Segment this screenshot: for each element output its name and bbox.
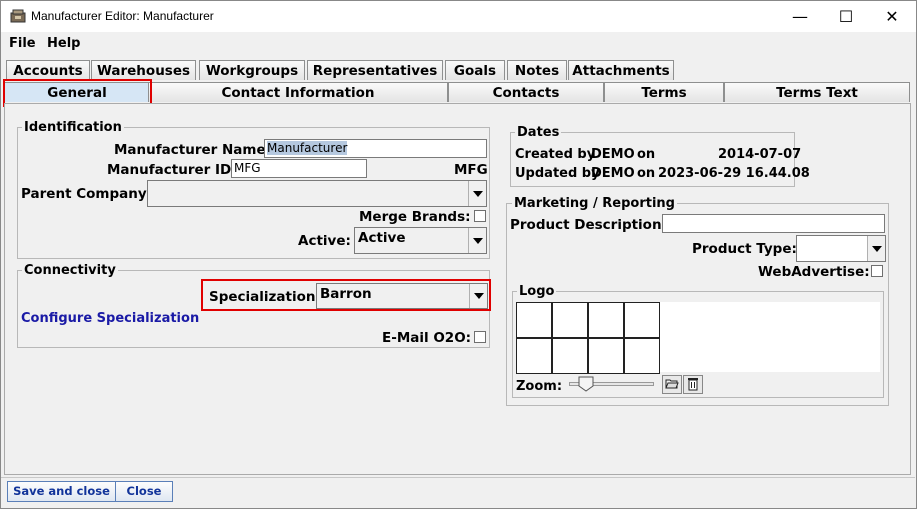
tab-workgroups[interactable]: Workgroups — [199, 60, 305, 80]
footer-divider — [1, 477, 915, 478]
identification-title: Identification — [22, 120, 124, 135]
logo-grid-cell — [588, 302, 624, 338]
configure-specialization-link[interactable]: Configure Specialization — [21, 311, 199, 326]
marketing-title: Marketing / Reporting — [512, 196, 677, 211]
dates-title: Dates — [515, 125, 562, 140]
web-advertise-checkbox[interactable] — [871, 265, 883, 277]
updated-on-word: on — [637, 166, 656, 181]
manufacturer-name-input[interactable]: Manufacturer — [264, 139, 487, 158]
tab-accounts[interactable]: Accounts — [6, 60, 90, 80]
updated-by-user: DEMO — [591, 166, 635, 181]
logo-title: Logo — [517, 284, 557, 299]
email-o2o-label: E-Mail O2O: — [382, 330, 472, 346]
trash-icon[interactable] — [683, 375, 703, 394]
tab-terms-text[interactable]: Terms Text — [724, 82, 910, 102]
window-title: Manufacturer Editor: Manufacturer — [31, 9, 214, 23]
parent-company-dropdown[interactable] — [147, 180, 487, 207]
chevron-down-icon[interactable] — [468, 228, 486, 253]
logo-grid-cell — [516, 302, 552, 338]
tab-representatives[interactable]: Representatives — [307, 60, 443, 80]
active-dropdown[interactable]: Active — [354, 227, 487, 254]
product-type-label: Product Type: — [692, 241, 797, 257]
zoom-slider-thumb[interactable] — [578, 376, 594, 392]
logo-grid-cell — [624, 338, 660, 374]
zoom-label: Zoom: — [516, 379, 563, 394]
parent-company-label: Parent Company: — [21, 186, 153, 202]
logo-grid-cell — [588, 338, 624, 374]
menu-bar — [1, 33, 916, 55]
web-advertise-label: WebAdvertise: — [758, 264, 870, 280]
logo-grid-cell — [624, 302, 660, 338]
open-folder-icon[interactable] — [662, 375, 682, 394]
chevron-down-icon[interactable] — [867, 236, 885, 261]
tab-notes[interactable]: Notes — [507, 60, 567, 80]
manufacturer-id-input[interactable]: MFG — [231, 159, 367, 178]
logo-grid-cell — [552, 302, 588, 338]
product-description-input[interactable] — [662, 214, 885, 233]
manufacturer-id-display: MFG — [454, 162, 488, 178]
minimize-icon[interactable]: — — [777, 1, 823, 32]
menu-file[interactable]: File — [9, 36, 36, 51]
manufacturer-id-label: Manufacturer ID: — [107, 162, 237, 178]
save-and-close-button[interactable]: Save and close — [7, 481, 116, 502]
highlight-specialization — [201, 279, 491, 311]
updated-by-label: Updated by — [515, 166, 600, 181]
tab-contacts[interactable]: Contacts — [448, 82, 604, 102]
created-by-user: DEMO — [591, 147, 635, 162]
logo-grid-cell — [516, 338, 552, 374]
product-description-label: Product Description: — [510, 217, 667, 233]
updated-date: 2023-06-29 16.44.08 — [658, 166, 810, 181]
merge-brands-label: Merge Brands: — [359, 209, 471, 225]
menu-help[interactable]: Help — [47, 36, 80, 51]
tab-contact-information[interactable]: Contact Information — [148, 82, 448, 102]
active-label: Active: — [298, 233, 351, 249]
product-type-dropdown[interactable] — [796, 235, 886, 262]
chevron-down-icon[interactable] — [468, 181, 486, 206]
created-by-label: Created by — [515, 147, 596, 162]
logo-grid-cell — [552, 338, 588, 374]
tab-terms[interactable]: Terms — [604, 82, 724, 102]
created-on-word: on — [637, 147, 656, 162]
app-icon — [10, 9, 26, 23]
tab-warehouses[interactable]: Warehouses — [91, 60, 196, 80]
active-value: Active — [358, 230, 406, 246]
created-date: 2014-07-07 — [718, 147, 802, 162]
tab-attachments[interactable]: Attachments — [568, 60, 674, 80]
close-icon[interactable]: ✕ — [869, 1, 915, 32]
maximize-icon[interactable]: ☐ — [823, 1, 869, 32]
manufacturer-name-label: Manufacturer Name: — [114, 142, 272, 158]
email-o2o-checkbox[interactable] — [474, 331, 486, 343]
tab-goals[interactable]: Goals — [445, 60, 505, 80]
close-button[interactable]: Close — [115, 481, 173, 502]
manufacturer-name-value: Manufacturer — [267, 141, 348, 155]
merge-brands-checkbox[interactable] — [474, 210, 486, 222]
connectivity-title: Connectivity — [22, 263, 118, 278]
